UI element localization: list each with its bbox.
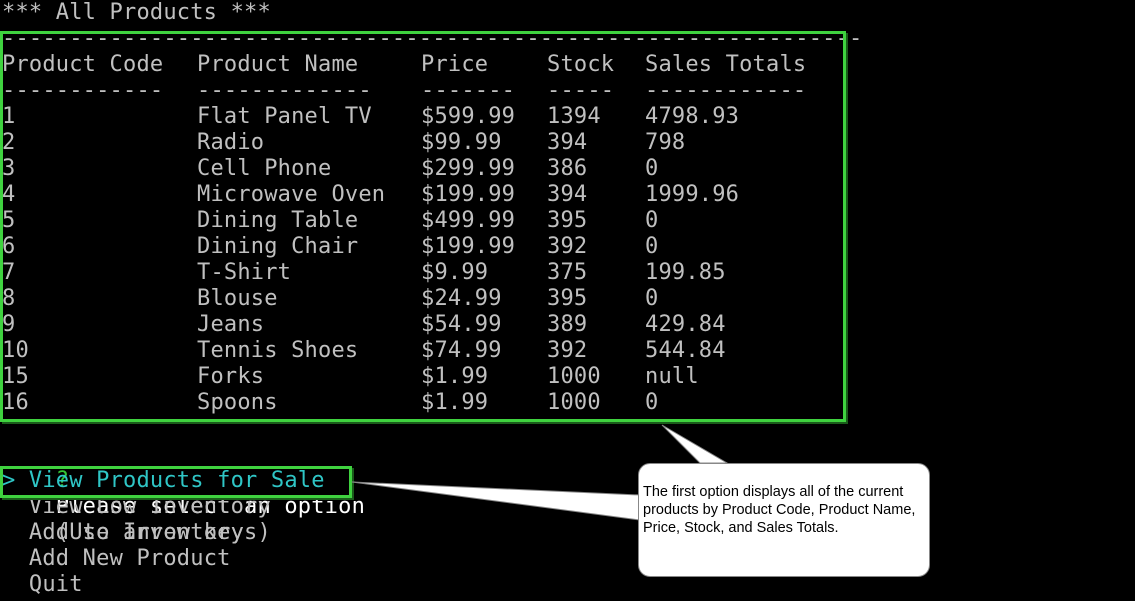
callout-pointer-table xyxy=(661,424,729,464)
annotation-callout: The first option displays all of the cur… xyxy=(638,463,930,577)
callout-pointer-option xyxy=(351,481,641,521)
callout-text: The first option displays all of the cur… xyxy=(643,484,916,536)
callout-pointers xyxy=(351,424,729,521)
